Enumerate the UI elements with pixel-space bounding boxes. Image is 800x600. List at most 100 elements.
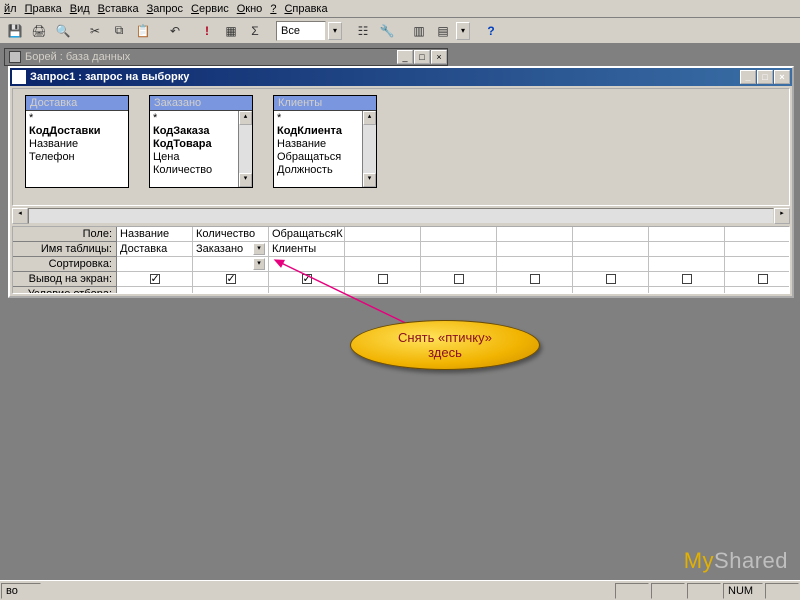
- cut-icon[interactable]: ✂: [84, 20, 106, 42]
- copy-icon[interactable]: ⧉: [108, 20, 130, 42]
- grid-cell[interactable]: [269, 287, 345, 294]
- properties-icon[interactable]: ☷: [352, 20, 374, 42]
- show-checkbox[interactable]: [682, 274, 692, 284]
- totals-icon[interactable]: Σ: [244, 20, 266, 42]
- grid-cell[interactable]: [573, 272, 649, 287]
- save-icon[interactable]: 💾: [4, 20, 26, 42]
- return-combo[interactable]: Все: [276, 21, 326, 41]
- grid-cell[interactable]: Доставка: [117, 242, 193, 257]
- show-checkbox[interactable]: [454, 274, 464, 284]
- field-item[interactable]: *: [277, 112, 359, 125]
- grid-cell[interactable]: [421, 257, 497, 272]
- undo-icon[interactable]: ↶: [164, 20, 186, 42]
- minimize-icon[interactable]: _: [397, 50, 413, 64]
- grid-cell[interactable]: [725, 272, 790, 287]
- table-vscroll[interactable]: ▴▾: [238, 111, 252, 187]
- grid-cell[interactable]: [345, 257, 421, 272]
- grid-cell[interactable]: [649, 287, 725, 294]
- grid-cell[interactable]: [497, 227, 573, 242]
- grid-cell[interactable]: [573, 227, 649, 242]
- maximize-icon[interactable]: □: [757, 70, 773, 84]
- grid-cell[interactable]: [193, 287, 269, 294]
- field-item[interactable]: Должность: [277, 164, 359, 177]
- grid-cell[interactable]: [345, 272, 421, 287]
- field-item[interactable]: Количество: [153, 164, 235, 177]
- grid-cell[interactable]: [649, 272, 725, 287]
- combo-arrow-icon[interactable]: ▾: [328, 22, 342, 40]
- grid-cell[interactable]: [269, 272, 345, 287]
- field-item[interactable]: Название: [29, 138, 125, 151]
- show-checkbox[interactable]: [302, 274, 312, 284]
- menu-item[interactable]: Справка: [284, 3, 327, 15]
- grid-cell[interactable]: [345, 242, 421, 257]
- table-box[interactable]: Заказано*КодЗаказаКодТовараЦенаКоличеств…: [149, 95, 253, 188]
- new-object-arrow-icon[interactable]: ▾: [456, 22, 470, 40]
- grid-cell[interactable]: [421, 287, 497, 294]
- build-icon[interactable]: 🔧: [376, 20, 398, 42]
- menu-item[interactable]: ?: [270, 3, 276, 15]
- grid-cell[interactable]: [345, 287, 421, 294]
- grid-cell[interactable]: ОбращатьсяК: [269, 227, 345, 242]
- grid-cell[interactable]: [497, 257, 573, 272]
- print-icon[interactable]: 🖨: [28, 20, 50, 42]
- menu-item[interactable]: Вид: [70, 3, 90, 15]
- paste-icon[interactable]: 📋: [132, 20, 154, 42]
- field-item[interactable]: Обращаться: [277, 151, 359, 164]
- grid-cell[interactable]: [117, 257, 193, 272]
- table-box[interactable]: Доставка*КодДоставкиНазваниеТелефон: [25, 95, 129, 188]
- field-item[interactable]: КодДоставки: [29, 125, 125, 138]
- design-grid[interactable]: Поле:НазваниеКоличествоОбращатьсяКИмя та…: [12, 226, 790, 294]
- show-checkbox[interactable]: [226, 274, 236, 284]
- show-checkbox[interactable]: [606, 274, 616, 284]
- grid-cell[interactable]: [573, 287, 649, 294]
- new-object-icon[interactable]: ▤: [432, 20, 454, 42]
- field-item[interactable]: КодЗаказа: [153, 125, 235, 138]
- field-item[interactable]: Цена: [153, 151, 235, 164]
- field-item[interactable]: Название: [277, 138, 359, 151]
- menu-item[interactable]: йл: [4, 3, 17, 15]
- show-checkbox[interactable]: [378, 274, 388, 284]
- menu-item[interactable]: Вставка: [98, 3, 139, 15]
- grid-cell[interactable]: [573, 257, 649, 272]
- grid-cell[interactable]: [649, 257, 725, 272]
- help-icon[interactable]: ?: [480, 20, 502, 42]
- show-checkbox[interactable]: [150, 274, 160, 284]
- field-item[interactable]: *: [153, 112, 235, 125]
- field-item[interactable]: *: [29, 112, 125, 125]
- grid-cell[interactable]: [421, 242, 497, 257]
- table-box[interactable]: Клиенты*КодКлиентаНазваниеОбращатьсяДолж…: [273, 95, 377, 188]
- grid-cell[interactable]: [117, 287, 193, 294]
- grid-cell[interactable]: [269, 257, 345, 272]
- close-icon[interactable]: ×: [774, 70, 790, 84]
- db-window-titlebar[interactable]: Борей : база данных _ □ ×: [4, 48, 448, 66]
- menu-item[interactable]: Сервис: [191, 3, 229, 15]
- grid-cell[interactable]: [117, 272, 193, 287]
- grid-cell[interactable]: [725, 227, 790, 242]
- preview-icon[interactable]: 🔍: [52, 20, 74, 42]
- grid-cell[interactable]: [573, 242, 649, 257]
- grid-cell[interactable]: [421, 227, 497, 242]
- menu-item[interactable]: Запрос: [147, 3, 183, 15]
- grid-cell[interactable]: Название: [117, 227, 193, 242]
- show-table-icon[interactable]: ▦: [220, 20, 242, 42]
- field-item[interactable]: Телефон: [29, 151, 125, 164]
- grid-cell[interactable]: [497, 287, 573, 294]
- minimize-icon[interactable]: _: [740, 70, 756, 84]
- grid-cell[interactable]: [649, 227, 725, 242]
- tables-hscroll[interactable]: ◂ ▸: [12, 208, 790, 224]
- close-icon[interactable]: ×: [431, 50, 447, 64]
- grid-cell[interactable]: [193, 272, 269, 287]
- dropdown-arrow-icon[interactable]: ▾: [253, 258, 265, 270]
- grid-cell[interactable]: [497, 242, 573, 257]
- field-item[interactable]: КодТовара: [153, 138, 235, 151]
- grid-cell[interactable]: [497, 272, 573, 287]
- show-checkbox[interactable]: [758, 274, 768, 284]
- grid-cell[interactable]: [725, 242, 790, 257]
- menu-item[interactable]: Окно: [237, 3, 263, 15]
- query-titlebar[interactable]: Запрос1 : запрос на выборку _ □ ×: [10, 68, 792, 86]
- grid-cell[interactable]: [345, 227, 421, 242]
- grid-cell[interactable]: ▾: [193, 257, 269, 272]
- run-icon[interactable]: !: [196, 20, 218, 42]
- grid-cell[interactable]: [649, 242, 725, 257]
- field-item[interactable]: КодКлиента: [277, 125, 359, 138]
